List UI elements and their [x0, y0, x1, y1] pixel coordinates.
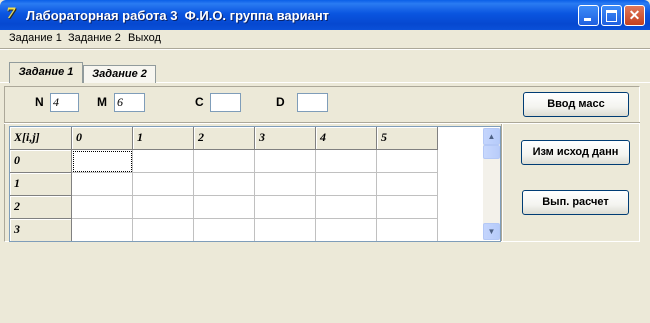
label-n: N [35, 95, 44, 109]
menu-item-task1[interactable]: Задание 1 [9, 31, 62, 45]
grid-row-header: 0 [10, 150, 72, 173]
grid-cell[interactable] [133, 219, 194, 241]
title-bar[interactable]: 7 Лабораторная работа 3 Ф.И.О. группа ва… [0, 0, 650, 30]
grid-cell[interactable] [377, 150, 438, 173]
grid-cell[interactable] [194, 196, 255, 219]
grid-cell[interactable] [377, 196, 438, 219]
input-m[interactable]: 6 [114, 93, 145, 112]
grid-column-header: 1 [133, 127, 194, 150]
maximize-icon [606, 10, 617, 22]
grid-column-header: 4 [316, 127, 377, 150]
grid-row-header: 3 [10, 219, 72, 241]
grid-cell[interactable] [72, 219, 133, 241]
menu-item-task2[interactable]: Задание 2 [68, 31, 121, 45]
grid-cell[interactable] [72, 150, 133, 173]
grid-cell[interactable] [72, 173, 133, 196]
grid-cell[interactable] [316, 219, 377, 241]
grid-cell[interactable] [255, 173, 316, 196]
grid-cell[interactable] [133, 150, 194, 173]
tab-task2[interactable]: Задание 2 [83, 65, 156, 83]
grid-cell[interactable] [194, 150, 255, 173]
tab-task1[interactable]: Задание 1 [9, 62, 83, 83]
compute-button[interactable]: Вып. расчет [522, 190, 629, 215]
label-d: D [276, 95, 285, 109]
grid-cell[interactable] [377, 219, 438, 241]
tab-strip-line [83, 82, 650, 83]
grid-column-header: 2 [194, 127, 255, 150]
panel-vertical-divider [501, 124, 503, 241]
menu-item-exit[interactable]: Выход [128, 31, 161, 45]
grid-column-header: 0 [72, 127, 133, 150]
maximize-button[interactable] [601, 5, 622, 26]
data-grid[interactable]: X[i,j] 0 1 2 3 4 5 0 1 2 3 [9, 126, 501, 242]
grid-vertical-scrollbar[interactable]: ▲ ▼ [483, 128, 500, 240]
scroll-down-icon[interactable]: ▼ [483, 223, 500, 240]
input-d[interactable] [297, 93, 328, 112]
panel-divider [4, 122, 640, 124]
scroll-thumb[interactable] [483, 145, 500, 159]
input-n[interactable]: 4 [50, 93, 79, 112]
app-icon: 7 [6, 6, 16, 22]
grid-cell[interactable] [133, 196, 194, 219]
tab-strip-line [0, 82, 9, 83]
grid-column-header: 3 [255, 127, 316, 150]
scroll-up-icon[interactable]: ▲ [483, 128, 500, 145]
grid-row-header: 2 [10, 196, 72, 219]
grid-cell[interactable] [72, 196, 133, 219]
grid-cell[interactable] [255, 196, 316, 219]
menu-divider [0, 48, 650, 50]
input-array-button[interactable]: Ввод масс [523, 92, 629, 117]
grid-row-header: 1 [10, 173, 72, 196]
input-c[interactable] [210, 93, 241, 112]
grid-cell[interactable] [316, 196, 377, 219]
grid-cell[interactable] [255, 219, 316, 241]
grid-cell[interactable] [377, 173, 438, 196]
grid-corner-header: X[i,j] [10, 127, 72, 150]
grid-cell[interactable] [194, 173, 255, 196]
grid-cell[interactable] [255, 150, 316, 173]
grid-cell[interactable] [316, 150, 377, 173]
close-button[interactable]: ✕ [624, 5, 645, 26]
minimize-icon [584, 18, 591, 21]
grid-column-header: 5 [377, 127, 438, 150]
grid-cell[interactable] [194, 219, 255, 241]
minimize-button[interactable] [578, 5, 599, 26]
grid-cell[interactable] [133, 173, 194, 196]
edit-source-data-button[interactable]: Изм исход данн [521, 140, 630, 165]
menu-bar: Задание 1 Задание 2 Выход [0, 30, 650, 47]
close-icon: ✕ [628, 7, 641, 23]
window-title: Лабораторная работа 3 Ф.И.О. группа вари… [26, 8, 330, 23]
grid-cell[interactable] [316, 173, 377, 196]
label-m: M [97, 95, 107, 109]
label-c: C [195, 95, 204, 109]
